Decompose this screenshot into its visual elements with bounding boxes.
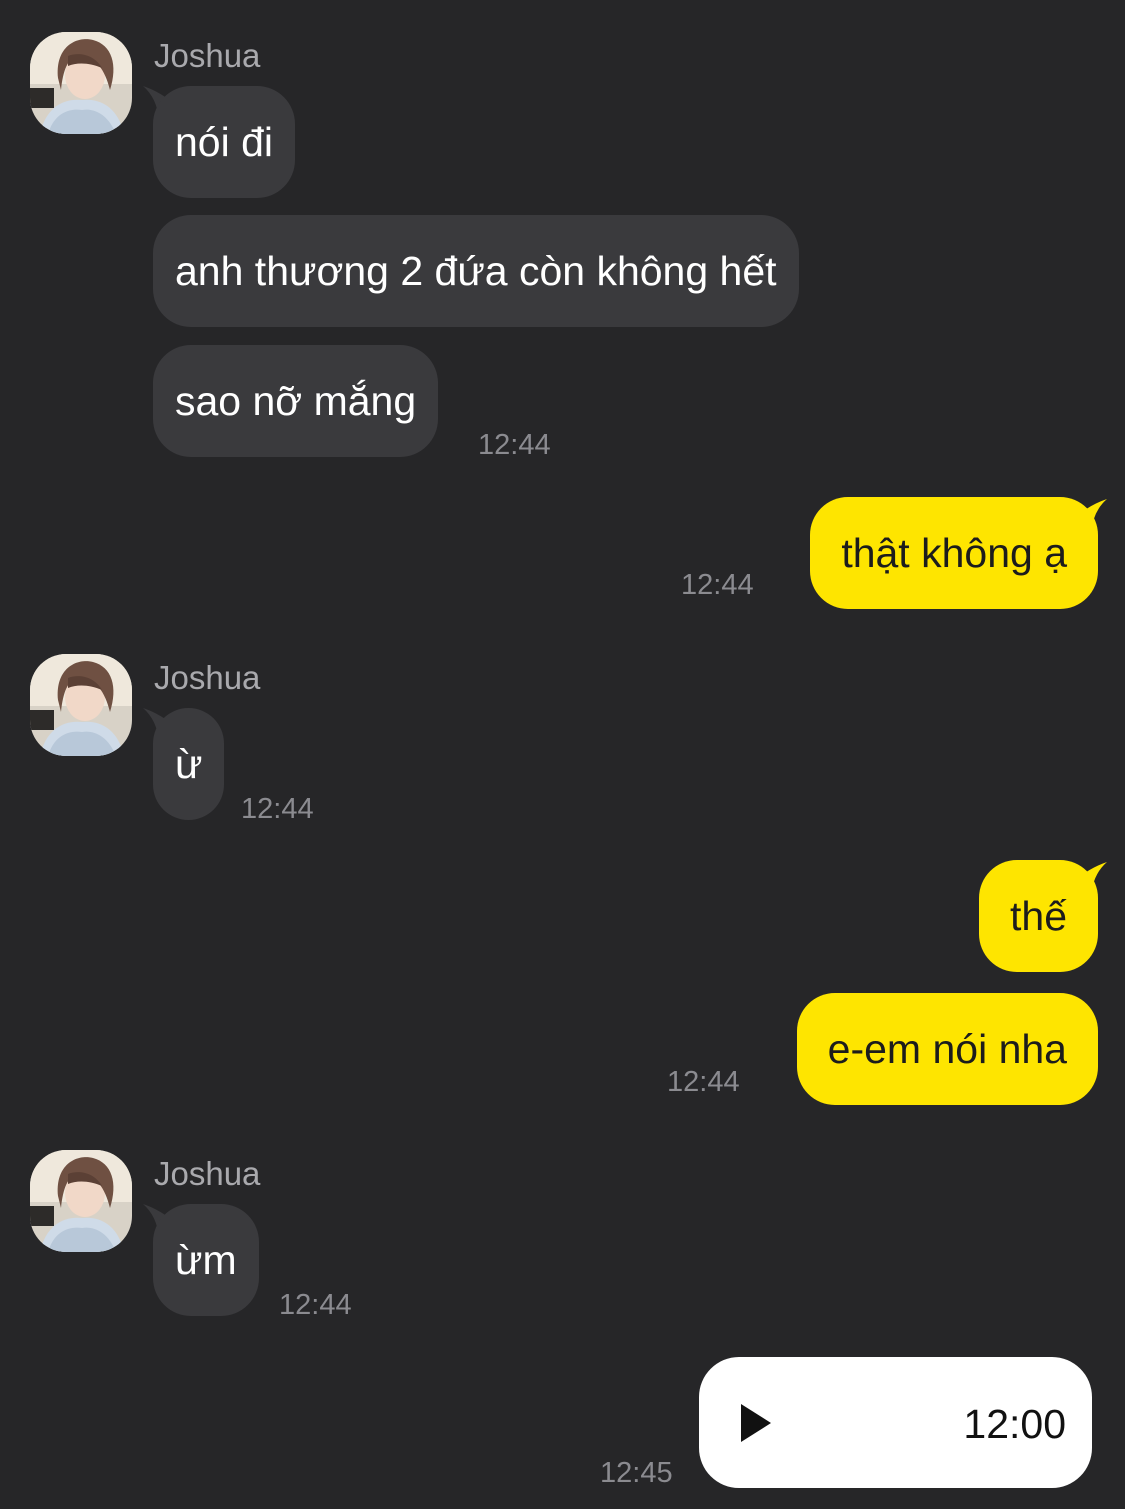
message-text: sao nỡ mắng — [175, 378, 417, 424]
message-bubble[interactable]: thế — [979, 860, 1098, 972]
avatar[interactable] — [30, 654, 132, 756]
avatar-photo — [30, 32, 132, 134]
play-icon[interactable] — [739, 1402, 773, 1444]
avatar-photo — [30, 654, 132, 756]
message-timestamp: 12:45 — [600, 1457, 673, 1489]
message-text: thế — [1010, 893, 1067, 939]
message-bubble[interactable]: e-em nói nha — [796, 993, 1098, 1105]
message-text: ừ — [175, 741, 203, 787]
message-timestamp: 12:44 — [478, 429, 551, 461]
avatar[interactable] — [30, 1150, 132, 1252]
message-text: nói đi — [175, 119, 274, 165]
message-timestamp: 12:44 — [279, 1289, 352, 1321]
message-text: thật không ạ — [841, 530, 1067, 576]
message-timestamp: 12:44 — [667, 1066, 740, 1098]
message-bubble[interactable]: anh thương 2 đứa còn không hết — [153, 215, 799, 327]
message-bubble[interactable]: ừm — [153, 1204, 259, 1316]
message-text: anh thương 2 đứa còn không hết — [175, 248, 777, 294]
message-timestamp: 12:44 — [241, 793, 314, 825]
avatar[interactable] — [30, 32, 132, 134]
message-text: ừm — [175, 1237, 237, 1283]
message-timestamp: 12:44 — [681, 569, 754, 601]
sender-name: Joshua — [154, 37, 261, 74]
voice-duration: 12:00 — [963, 1401, 1066, 1447]
voice-message-bubble[interactable]: 12:00 — [699, 1357, 1092, 1488]
sender-name: Joshua — [154, 1155, 261, 1192]
avatar-photo — [30, 1150, 132, 1252]
message-text: e-em nói nha — [827, 1026, 1067, 1072]
sender-name: Joshua — [154, 659, 261, 696]
message-bubble[interactable]: nói đi — [153, 86, 296, 198]
message-bubble[interactable]: ừ — [153, 708, 225, 820]
message-bubble[interactable]: sao nỡ mắng — [153, 345, 439, 457]
message-bubble[interactable]: thật không ạ — [810, 497, 1098, 609]
